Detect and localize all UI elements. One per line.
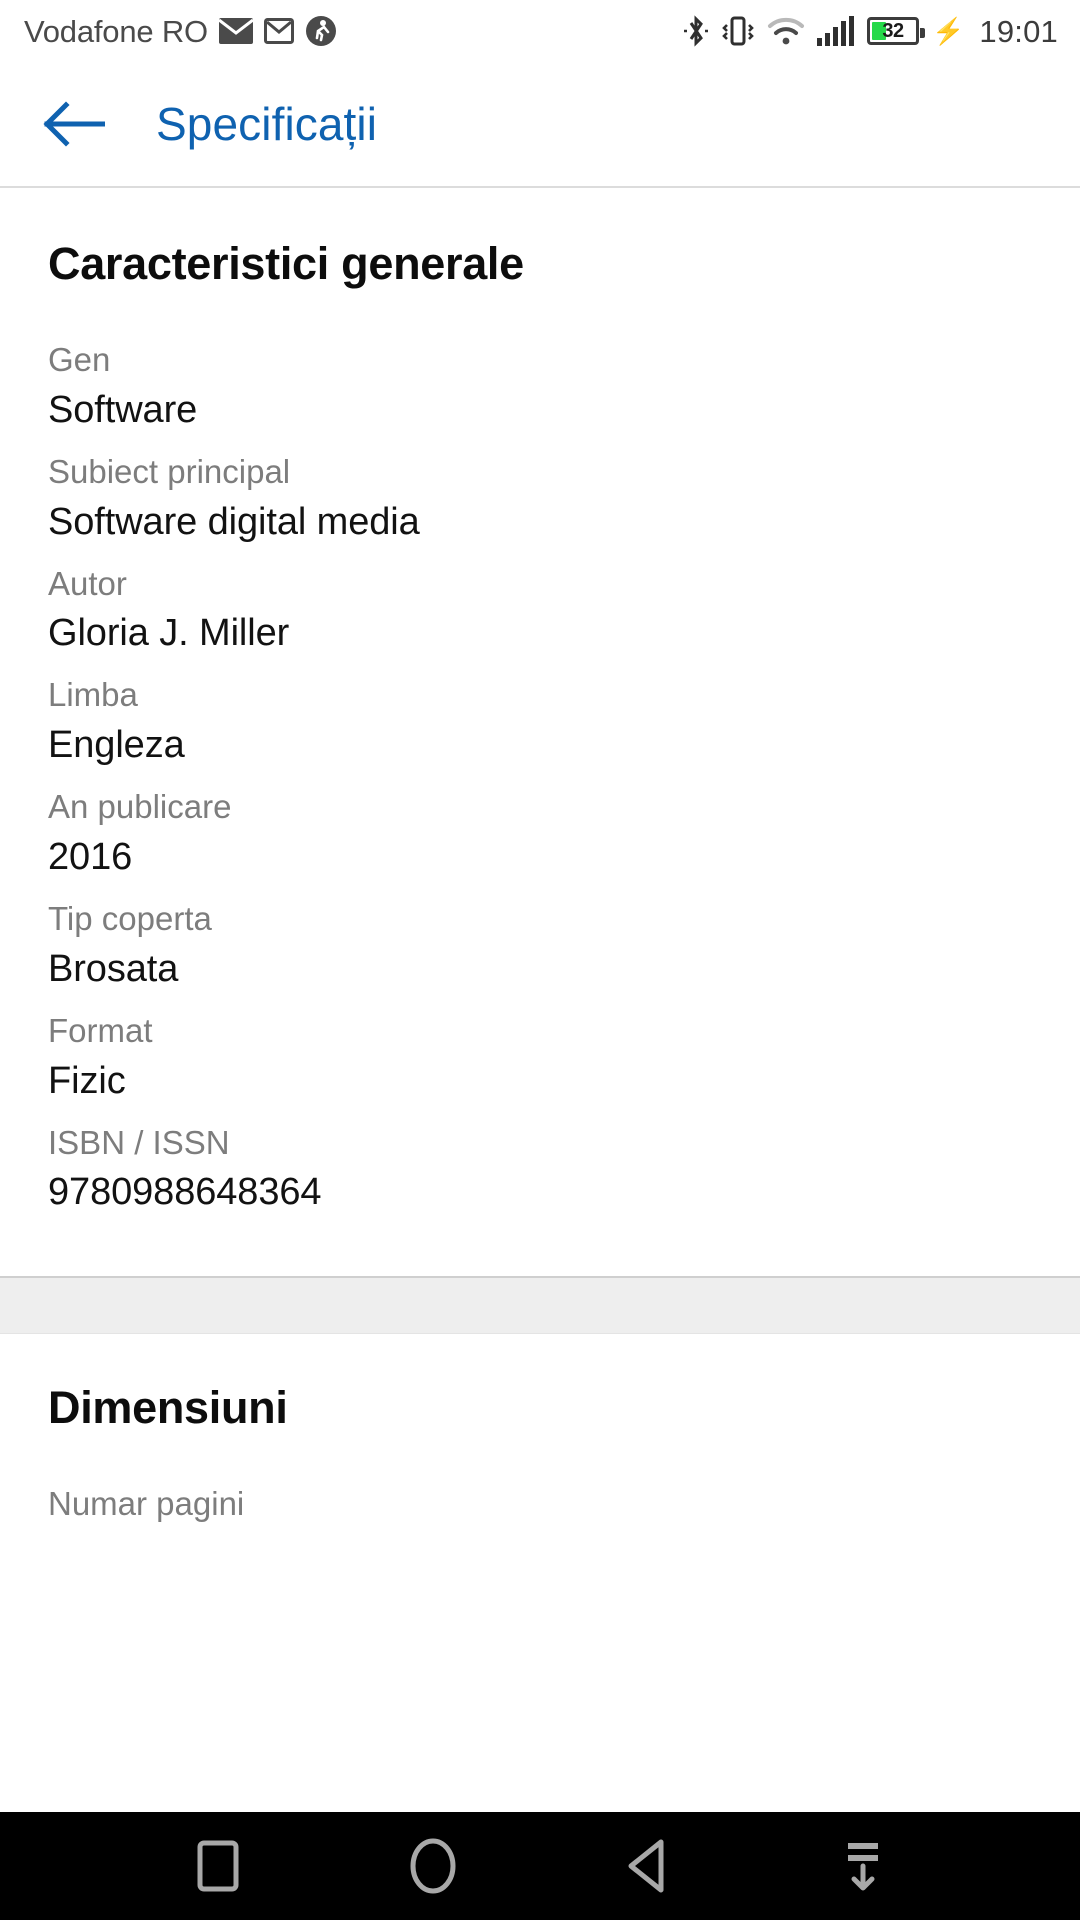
section-heading: Caracteristici generale [48, 238, 524, 289]
status-bar-right: 32 ⚡ 19:01 [683, 14, 1058, 48]
back-arrow-icon [43, 101, 105, 147]
spec-value: Gloria J. Miller [48, 612, 290, 655]
home-button[interactable] [378, 1812, 488, 1920]
mail-icon [218, 18, 253, 44]
phone-screen: Vodafone RO 32 ⚡ 19:01 Specificații Cara… [0, 0, 1080, 1920]
spec-row: Subiect principal Software digital media [48, 448, 1032, 560]
battery-percent-label: 32 [882, 19, 904, 42]
section-heading: Dimensiuni [48, 1382, 288, 1434]
spec-label: Format [48, 1011, 153, 1049]
back-triangle-icon [628, 1839, 663, 1893]
wifi-icon [767, 16, 805, 46]
section-dimensiuni: Dimensiuni Numar pagini [0, 1334, 1080, 1539]
spec-content: Caracteristici generale Gen Software Sub… [0, 190, 1080, 1920]
app-bar: Specificații [0, 62, 1080, 188]
spec-row: Gen Software [48, 336, 1032, 448]
android-nav-bar [0, 1812, 1080, 1920]
spec-row: Autor Gloria J. Miller [48, 560, 1032, 672]
spec-row: Format Fizic [48, 1007, 1032, 1119]
spec-value: Software digital media [48, 500, 420, 543]
spec-row: Limba Engleza [48, 671, 1032, 783]
spec-label: Gen [48, 341, 111, 378]
vibrate-icon [720, 14, 756, 48]
spec-label: An publicare [48, 788, 232, 826]
charging-bolt-icon: ⚡ [932, 16, 965, 46]
battery-icon: 32 [867, 17, 926, 45]
hide-navbar-icon [847, 1843, 878, 1891]
clock-label: 19:01 [979, 13, 1058, 49]
hide-navbar-button[interactable] [808, 1812, 918, 1920]
circle-icon [410, 1838, 455, 1894]
activity-icon [305, 15, 337, 47]
section-caracteristici-generale: Caracteristici generale Gen Software Sub… [0, 190, 1080, 1231]
spec-label: Autor [48, 564, 127, 602]
spec-row: ISBN / ISSN 9780988648364 [48, 1119, 1032, 1231]
section-divider [0, 1276, 1080, 1335]
back-button[interactable] [593, 1812, 703, 1920]
spec-label: Subiect principal [48, 452, 291, 490]
spec-label: Tip coperta [48, 899, 212, 937]
page-title: Specificații [156, 98, 378, 150]
spec-row: Tip coperta Brosata [48, 895, 1032, 1007]
spec-value: Engleza [48, 724, 185, 767]
spec-row: An publicare 2016 [48, 783, 1032, 895]
status-bar-left: Vodafone RO [24, 15, 337, 47]
back-arrow-button[interactable] [24, 74, 124, 174]
spec-value: Brosata [48, 947, 179, 990]
spec-label: Numar pagini [48, 1485, 245, 1523]
spec-row: Numar pagini [48, 1480, 1032, 1538]
square-icon [197, 1840, 238, 1892]
recents-button[interactable] [163, 1812, 273, 1920]
spec-value: 9780988648364 [48, 1171, 322, 1214]
carrier-label: Vodafone RO [24, 13, 208, 49]
spec-value: Fizic [48, 1059, 126, 1102]
spec-label: ISBN / ISSN [48, 1123, 230, 1161]
signal-icon [816, 16, 856, 46]
bluetooth-icon [683, 14, 709, 48]
spec-label: Limba [48, 676, 138, 714]
status-bar: Vodafone RO 32 ⚡ 19:01 [0, 0, 1080, 62]
spec-value: 2016 [48, 836, 133, 879]
spec-value: Software [48, 388, 198, 431]
gmail-icon [263, 18, 294, 44]
